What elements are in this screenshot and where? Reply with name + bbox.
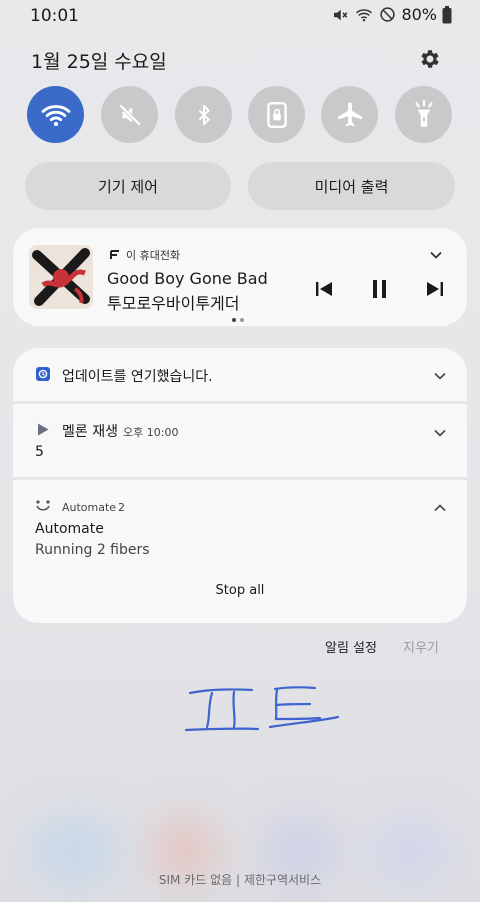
status-bar: 10:01 80% [0,0,480,32]
update-app-icon [36,367,50,381]
automate-app-name: Automate [62,501,117,514]
sound-off-icon [118,103,141,126]
app-logo-icon [110,250,119,259]
automate-notification[interactable]: Automate 2 Automate Running 2 fibers Sto… [13,480,467,623]
melon-body: 5 [35,444,44,460]
previous-button[interactable] [313,278,335,300]
gear-icon [421,50,439,68]
chevron-down-icon [434,372,446,380]
play-app-icon [38,423,49,436]
melon-time: 오후 10:00 [123,426,179,439]
flashlight-icon [414,99,433,127]
media-output-label: 미디어 출력 [314,177,389,196]
media-source-label: 이 휴대전화 [126,249,181,262]
bluetooth-toggle[interactable] [175,86,232,143]
pause-icon [373,280,386,298]
chevron-down-icon [430,251,442,259]
notification-settings-link[interactable]: 알림 설정 [325,637,377,656]
media-title: Good Boy Gone Bad [107,269,268,288]
next-icon [427,282,443,296]
media-artist: 투모로우바이투게더 [107,294,240,313]
page-dot-active [232,318,236,322]
device-control-label: 기기 제어 [98,177,158,196]
update-title: 업데이트를 연기했습니다. [62,369,213,385]
previous-icon [316,282,332,296]
automate-title: Automate [35,521,104,537]
chevron-up-icon [434,504,446,512]
carrier-text: SIM 카드 없음 | 제한구역서비스 [158,873,322,887]
next-button[interactable] [424,278,446,300]
melon-expand-button[interactable] [433,425,447,439]
automate-body: Running 2 fibers [35,542,150,558]
device-control-button[interactable]: 기기 제어 [25,162,231,210]
mute-icon [334,9,348,20]
rotation-lock-icon [266,101,287,128]
pause-button[interactable] [369,278,391,300]
do-not-disturb-icon [380,7,396,22]
date-label: 1월 25일 수요일 [31,51,167,73]
automate-collapse-button[interactable] [433,500,447,514]
page-dot [240,318,244,322]
airplane-toggle[interactable] [321,86,378,143]
handwritten-drawing [184,686,340,732]
media-player-card[interactable]: 이 휴대전화 Good Boy Gone Bad 투모로우바이투게더 [13,228,467,326]
clear-all-link[interactable]: 지우기 [403,637,439,656]
melon-app-name: 멜론 재생 [62,424,118,440]
media-expand-button[interactable] [428,247,444,263]
page-indicator [232,318,244,322]
automate-count: 2 [118,501,125,514]
notification-group: 업데이트를 연기했습니다. 멜론 재생 오후 10:00 5 Automate … [13,348,467,623]
rotation-lock-toggle[interactable] [248,86,305,143]
album-art-image [29,245,93,309]
wifi-icon [41,104,70,126]
battery-percent: 80% [401,5,437,24]
automate-app-icon [36,500,50,511]
airplane-icon [337,102,362,126]
flashlight-toggle[interactable] [395,86,452,143]
battery-icon [442,5,452,23]
album-art [29,245,93,309]
chevron-down-icon [434,429,446,437]
status-icons: 80% [331,5,452,24]
sound-toggle[interactable] [101,86,158,143]
stop-all-button[interactable]: Stop all [13,583,467,598]
bluetooth-icon [198,104,210,125]
wifi-toggle[interactable] [27,86,84,143]
melon-notification[interactable]: 멜론 재생 오후 10:00 5 [13,404,467,477]
update-notification[interactable]: 업데이트를 연기했습니다. [13,348,467,401]
update-expand-button[interactable] [433,368,447,382]
media-output-button[interactable]: 미디어 출력 [248,162,455,210]
quick-settings-row [27,86,457,144]
wifi-status-icon [356,8,373,21]
status-time: 10:01 [30,6,79,26]
media-source: 이 휴대전화 [110,247,180,263]
settings-button[interactable] [418,47,442,71]
